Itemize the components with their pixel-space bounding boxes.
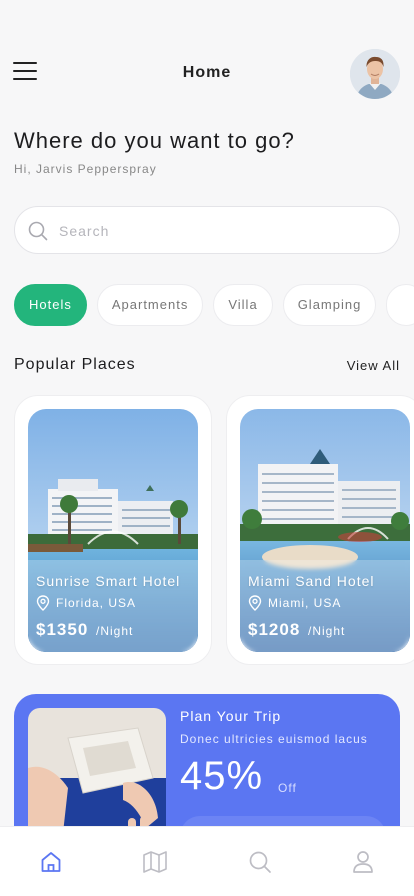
greeting-heading: Where do you want to go? xyxy=(14,128,295,153)
chip-apartments[interactable]: Apartments xyxy=(96,284,204,326)
hotel-location: Miami, USA xyxy=(248,595,341,611)
profile-icon[interactable] xyxy=(348,847,378,877)
bottom-tab-bar xyxy=(0,826,414,896)
category-filter: Hotels Apartments Villa Glamping xyxy=(14,284,414,326)
hotel-location: Florida, USA xyxy=(36,595,136,611)
search-icon[interactable] xyxy=(245,847,275,877)
place-card-miami[interactable]: Miami Sand Hotel Miami, USA $1208 /Night xyxy=(226,395,414,665)
promo-subtitle: Donec ultricies euismod lacus xyxy=(180,732,368,746)
hotel-name: Sunrise Smart Hotel xyxy=(36,573,181,589)
location-text: Florida, USA xyxy=(56,596,137,610)
app-header: Home xyxy=(0,48,414,100)
map-icon[interactable] xyxy=(140,847,170,877)
price-value: $1208 xyxy=(248,620,301,639)
location-text: Miami, USA xyxy=(268,596,342,610)
location-pin-icon xyxy=(36,595,50,611)
view-all-link[interactable]: View All xyxy=(347,358,400,373)
home-icon[interactable] xyxy=(36,847,66,877)
place-card-sunrise[interactable]: Sunrise Smart Hotel Florida, USA $1350 /… xyxy=(14,395,212,665)
section-title: Popular Places xyxy=(14,356,136,373)
search-input[interactable] xyxy=(59,219,379,243)
price-value: $1350 xyxy=(36,620,89,639)
search-icon xyxy=(27,220,49,242)
price-unit: /Night xyxy=(96,624,134,638)
hotel-name: Miami Sand Hotel xyxy=(248,573,375,589)
chip-more[interactable] xyxy=(386,284,414,326)
avatar[interactable] xyxy=(350,49,400,99)
chip-glamping[interactable]: Glamping xyxy=(282,284,377,326)
price-unit: /Night xyxy=(308,624,346,638)
location-pin-icon xyxy=(248,595,262,611)
hotel-price: $1350 /Night xyxy=(36,620,133,640)
promo-off-label: Off xyxy=(278,781,297,795)
chip-hotels[interactable]: Hotels xyxy=(14,284,87,326)
greeting-subtitle: Hi, Jarvis Pepperspray xyxy=(14,162,157,176)
hotel-price: $1208 /Night xyxy=(248,620,345,640)
promo-percent: 45% xyxy=(180,754,264,798)
chip-villa[interactable]: Villa xyxy=(213,284,273,326)
promo-title: Plan Your Trip xyxy=(180,708,282,724)
search-bar xyxy=(14,206,400,254)
